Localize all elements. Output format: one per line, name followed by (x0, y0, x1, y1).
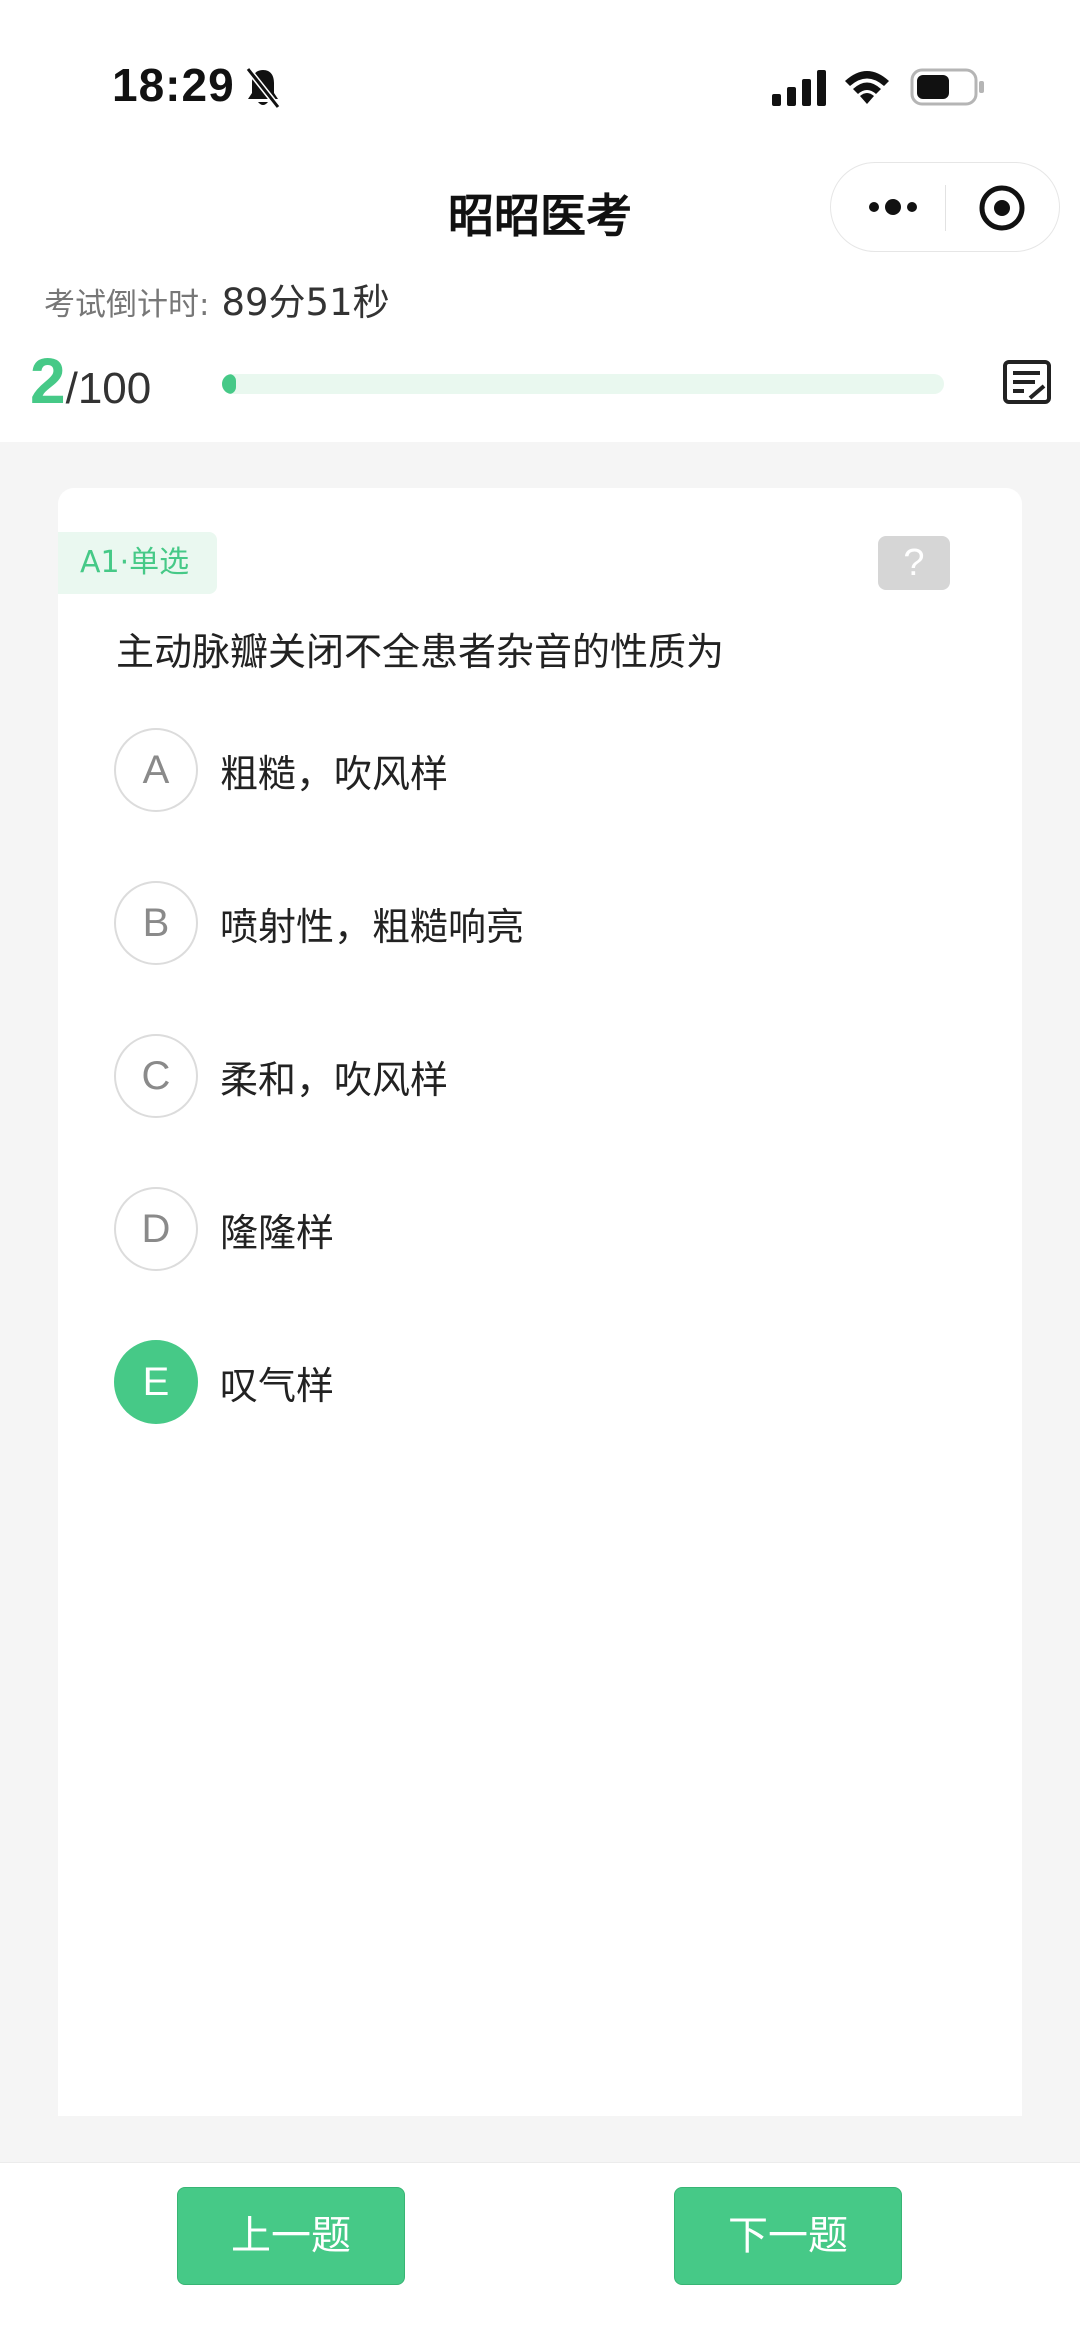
option-letter: B (114, 881, 198, 965)
option-d[interactable]: D 隆隆样 (114, 1185, 994, 1273)
countdown-value: 89分51秒 (221, 281, 390, 324)
bell-off-icon (245, 67, 281, 109)
progress-bar-fill (222, 374, 237, 394)
bottom-bar: 上一题 下一题 (0, 2162, 1080, 2348)
option-a[interactable]: A 粗糙，吹风样 (114, 726, 994, 814)
option-letter: C (114, 1034, 198, 1118)
more-icon (869, 199, 917, 215)
previous-question-button[interactable]: 上一题 (177, 2187, 405, 2285)
close-target-icon[interactable] (977, 183, 1027, 233)
option-text: 叹气样 (220, 1363, 335, 1408)
capsule-divider (945, 185, 946, 231)
option-c[interactable]: C 柔和，吹风样 (114, 1032, 994, 1120)
option-list: A 粗糙，吹风样 B 喷射性，粗糙响亮 C 柔和，吹风样 D 隆隆样 E 叹气样 (114, 726, 994, 1491)
next-question-button[interactable]: 下一题 (674, 2187, 902, 2285)
mini-program-capsule (830, 162, 1060, 252)
answer-sheet-icon[interactable] (1002, 358, 1052, 408)
total-questions: /100 (65, 364, 152, 413)
help-button[interactable]: ? (878, 536, 950, 590)
option-text: 柔和，吹风样 (220, 1057, 449, 1102)
header-area: 18:29 昭昭医考 考试倒计时: 89分51秒 2 /100 (0, 0, 1080, 442)
option-letter: D (114, 1187, 198, 1271)
option-b[interactable]: B 喷射性，粗糙响亮 (114, 879, 994, 967)
status-bar: 18:29 (0, 0, 1080, 150)
option-letter: A (114, 728, 198, 812)
option-e[interactable]: E 叹气样 (114, 1338, 994, 1426)
status-time: 18:29 (112, 59, 235, 111)
progress-bar (222, 374, 944, 394)
option-letter: E (114, 1340, 198, 1424)
question-type-badge: A1·单选 (58, 532, 218, 594)
option-text: 隆隆样 (220, 1210, 335, 1255)
current-question-number: 2 (30, 345, 66, 417)
exam-page: 18:29 昭昭医考 考试倒计时: 89分51秒 2 /100 A1·单选 ? … (0, 0, 1080, 2348)
option-text: 粗糙，吹风样 (220, 751, 449, 796)
option-text: 喷射性，粗糙响亮 (220, 904, 525, 949)
more-button[interactable] (861, 183, 925, 231)
exam-countdown: 考试倒计时: 89分51秒 (44, 272, 390, 326)
question-card: A1·单选 ? 主动脉瓣关闭不全患者杂音的性质为 A 粗糙，吹风样 B 喷射性，… (58, 488, 1022, 2116)
signal-icon (772, 70, 826, 106)
question-text: 主动脉瓣关闭不全患者杂音的性质为 (116, 630, 725, 674)
question-counter: 2 /100 (30, 344, 151, 418)
battery-icon (910, 68, 984, 106)
countdown-label: 考试倒计时: (44, 287, 210, 323)
wifi-icon (845, 71, 889, 104)
